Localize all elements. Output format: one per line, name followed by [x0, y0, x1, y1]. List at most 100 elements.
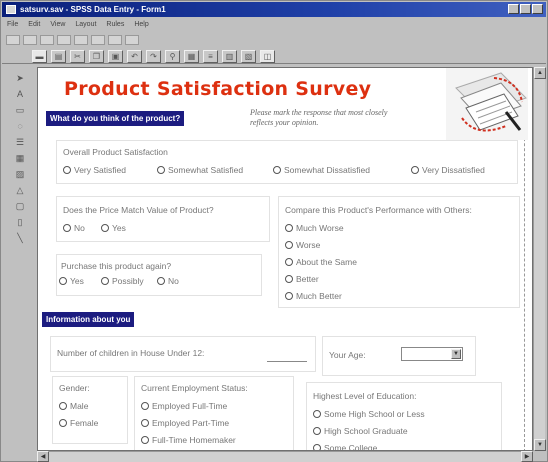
- radio-circle[interactable]: [285, 224, 293, 232]
- radio-circle[interactable]: [157, 277, 165, 285]
- radio-much-better[interactable]: Much Better: [285, 291, 342, 301]
- menu-rules[interactable]: Rules: [106, 21, 124, 28]
- grid-tool-icon[interactable]: ▦: [12, 151, 28, 165]
- radio-circle[interactable]: [273, 166, 281, 174]
- scroll-up-icon[interactable]: ▲: [534, 67, 546, 79]
- radio-circle[interactable]: [285, 275, 293, 283]
- toolbar-slot-5[interactable]: [74, 35, 88, 45]
- pointer-tool-icon[interactable]: ➤: [12, 71, 28, 85]
- redo-icon[interactable]: ↷: [146, 50, 161, 63]
- undo-icon[interactable]: ↶: [127, 50, 142, 63]
- question-tool-icon[interactable]: ◌: [12, 119, 28, 133]
- cut-icon[interactable]: ✂: [70, 50, 85, 63]
- copy-icon[interactable]: ❐: [89, 50, 104, 63]
- radio-somewhat-satisfied[interactable]: Somewhat Satisfied: [157, 165, 243, 175]
- radio-worse[interactable]: Worse: [285, 240, 320, 250]
- radio-circle[interactable]: [157, 166, 165, 174]
- option-label: Possibly: [112, 276, 144, 286]
- toolbar-slot-7[interactable]: [108, 35, 122, 45]
- radio-circle[interactable]: [285, 241, 293, 249]
- form-canvas[interactable]: Product Satisfaction Survey What do you …: [37, 67, 533, 451]
- radio-circle[interactable]: [313, 427, 321, 435]
- age-dropdown[interactable]: ▼: [401, 347, 463, 361]
- menu-layout[interactable]: Layout: [75, 21, 96, 28]
- menu-edit[interactable]: Edit: [28, 21, 40, 28]
- menu-help[interactable]: Help: [134, 21, 148, 28]
- radio-circle[interactable]: [59, 402, 67, 410]
- menu-view[interactable]: View: [50, 21, 65, 28]
- line-tool-icon[interactable]: ╲: [12, 231, 28, 245]
- radio-female[interactable]: Female: [59, 418, 98, 428]
- radio-circle[interactable]: [313, 444, 321, 450]
- scroll-left-icon[interactable]: ◀: [37, 451, 49, 462]
- radio-employed-part-time[interactable]: Employed Part-Time: [141, 418, 229, 428]
- radio-purchase-no[interactable]: No: [157, 276, 179, 286]
- horizontal-scrollbar[interactable]: ◀ ▶: [37, 451, 533, 462]
- radio-circle[interactable]: [285, 258, 293, 266]
- radio-very-dissatisfied[interactable]: Very Dissatisfied: [411, 165, 485, 175]
- toolbar-slot-4[interactable]: [57, 35, 71, 45]
- radio-no[interactable]: No: [63, 223, 85, 233]
- align-icon[interactable]: ≡: [203, 50, 218, 63]
- close-button[interactable]: [532, 4, 543, 14]
- menu-file[interactable]: File: [7, 21, 18, 28]
- radio-circle[interactable]: [63, 224, 71, 232]
- toolbar-slot-8[interactable]: [125, 35, 139, 45]
- list-tool-icon[interactable]: ☰: [12, 135, 28, 149]
- radio-circle[interactable]: [101, 224, 109, 232]
- radio-about-the-same[interactable]: About the Same: [285, 257, 357, 267]
- toolbar-slot-3[interactable]: [40, 35, 54, 45]
- radio-circle[interactable]: [313, 410, 321, 418]
- children-count-input[interactable]: [267, 361, 307, 362]
- question-label: Does the Price Match Value of Product?: [63, 205, 214, 215]
- chevron-down-icon[interactable]: ▼: [451, 349, 461, 359]
- radio-some-college[interactable]: Some College: [313, 443, 377, 450]
- radio-purchase-yes[interactable]: Yes: [59, 276, 84, 286]
- scroll-down-icon[interactable]: ▼: [534, 439, 546, 451]
- radio-somewhat-dissatisfied[interactable]: Somewhat Dissatisfied: [273, 165, 370, 175]
- radio-much-worse[interactable]: Much Worse: [285, 223, 344, 233]
- save-icon[interactable]: ▬: [32, 50, 47, 63]
- radio-full-time-homemaker[interactable]: Full-Time Homemaker: [141, 435, 236, 445]
- scroll-right-icon[interactable]: ▶: [521, 451, 533, 462]
- radio-circle[interactable]: [63, 166, 71, 174]
- grid-icon[interactable]: ▦: [184, 50, 199, 63]
- dialog-icon[interactable]: ◫: [260, 50, 275, 63]
- table-icon[interactable]: ▥: [222, 50, 237, 63]
- radio-circle[interactable]: [285, 292, 293, 300]
- question-gender: Gender: Male Female: [52, 376, 128, 444]
- radio-circle[interactable]: [59, 277, 67, 285]
- toolbar-slot-6[interactable]: [91, 35, 105, 45]
- text-tool-icon[interactable]: A: [12, 87, 28, 101]
- field-tool-icon[interactable]: ▭: [12, 103, 28, 117]
- radio-some-high-school[interactable]: Some High School or Less: [313, 409, 425, 419]
- radio-very-satisfied[interactable]: Very Satisfied: [63, 165, 126, 175]
- radio-male[interactable]: Male: [59, 401, 88, 411]
- radio-employed-full-time[interactable]: Employed Full-Time: [141, 401, 227, 411]
- radio-circle[interactable]: [411, 166, 419, 174]
- radio-high-school-graduate[interactable]: High School Graduate: [313, 426, 408, 436]
- toolbar-slot-1[interactable]: [6, 35, 20, 45]
- vertical-scrollbar[interactable]: ▲ ▼: [533, 67, 546, 451]
- tool-icon[interactable]: ⚲: [165, 50, 180, 63]
- paste-icon[interactable]: ▣: [108, 50, 123, 63]
- radio-better[interactable]: Better: [285, 274, 319, 284]
- app-window: satsurv.sav - SPSS Data Entry - Form1 Fi…: [0, 0, 548, 462]
- radio-circle[interactable]: [141, 419, 149, 427]
- radio-purchase-possibly[interactable]: Possibly: [101, 276, 144, 286]
- toolbar-slot-2[interactable]: [23, 35, 37, 45]
- radio-circle[interactable]: [101, 277, 109, 285]
- print-icon[interactable]: ▤: [51, 50, 66, 63]
- option-label: No: [168, 276, 179, 286]
- maximize-button[interactable]: [520, 4, 531, 14]
- minimize-button[interactable]: [508, 4, 519, 14]
- radio-circle[interactable]: [141, 402, 149, 410]
- page-tool-icon[interactable]: ▯: [12, 215, 28, 229]
- image-tool-icon[interactable]: ▨: [12, 167, 28, 181]
- shape-tool-icon[interactable]: △: [12, 183, 28, 197]
- radio-circle[interactable]: [141, 436, 149, 444]
- radio-yes[interactable]: Yes: [101, 223, 126, 233]
- radio-circle[interactable]: [59, 419, 67, 427]
- rule-tool-icon[interactable]: ▢: [12, 199, 28, 213]
- chart-icon[interactable]: ▧: [241, 50, 256, 63]
